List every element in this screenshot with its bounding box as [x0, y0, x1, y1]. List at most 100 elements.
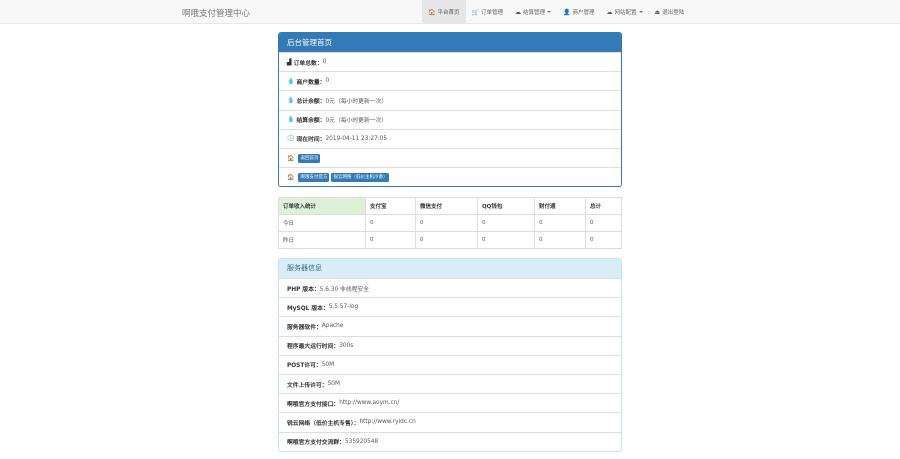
nav-item-label: 订单管理 [480, 10, 503, 16]
info-value: Apache [321, 323, 344, 330]
table-cell: 0 [585, 214, 622, 232]
main-nav: 🏠 平台首页 🛒 订单管理 ☁ 结算管理 👤 商户管理 ☁ 网站配置 ⏏ 退出登… [422, 0, 690, 24]
server-info-row: 啊哦官方支付交流群： 535920548 [279, 431, 621, 451]
nav-item-label: 结算管理 [523, 10, 546, 16]
nav-item-label: 退出登陆 [662, 10, 685, 16]
admin-panel-container: 后台管理首页 ▟ 订单总数： 0 💧 商户数量： 0 💧 总计余额： 0元（每小… [278, 32, 622, 188]
stat-label: 订单总数： [293, 60, 323, 67]
clock-icon: 🕓 [287, 135, 295, 143]
info-value: 50M [321, 361, 335, 368]
info-label: MySQL 版本： [287, 305, 329, 312]
stat-row-merchant-count: 💧 商户数量： 0 [279, 71, 621, 90]
nav-item-label: 商户管理 [572, 10, 595, 16]
server-info-row: POST许可： 50M [279, 354, 621, 374]
server-info-row: MySQL 版本： 5.5.57-log [279, 297, 621, 316]
brand-title[interactable]: 啊哦支付管理中心 [182, 7, 250, 19]
info-value: 50M [327, 381, 340, 388]
column-header: 总计 [585, 197, 622, 215]
cloud-icon: ☁ [515, 8, 521, 16]
nav-item-orders[interactable]: 🛒 订单管理 [466, 0, 510, 24]
nav-item-merchants[interactable]: 👤 商户管理 [557, 0, 601, 24]
table-cell: 0 [415, 214, 478, 232]
table-cell: 0 [365, 214, 416, 232]
return-home-row: 🏠 返回首页 [279, 147, 621, 167]
server-info-title: 服务器信息 [279, 259, 621, 278]
admin-panel: 后台管理首页 ▟ 订单总数： 0 💧 商户数量： 0 💧 总计余额： 0元（每小… [278, 32, 622, 188]
income-stats-table: 订单收入统计 支付宝 微信支付 QQ钱包 财付通 总计 今日 0 0 0 0 0… [278, 197, 622, 249]
table-row: 昨日 0 0 0 0 0 [278, 231, 622, 249]
info-label: 啊哦官方支付接口： [287, 401, 340, 408]
nav-item-settlement[interactable]: ☁ 结算管理 [509, 0, 557, 24]
table-header-row: 订单收入统计 支付宝 微信支付 QQ钱包 财付通 总计 [278, 197, 622, 215]
info-label: POST许可： [287, 363, 322, 370]
table-cell: 今日 [278, 214, 366, 232]
table-cell: 0 [585, 231, 622, 249]
stat-value: 2019-04-11 23:27:05 [325, 135, 388, 142]
tint-icon: 💧 [287, 116, 295, 124]
column-header: QQ钱包 [477, 197, 535, 215]
info-label: 啊哦官方支付交流群： [287, 440, 345, 447]
info-value: 5.5.57-log [328, 304, 359, 311]
table-cell: 0 [477, 214, 535, 232]
server-info-row: 啊哦官方支付接口： http://www.aoym.cn/ [279, 393, 621, 412]
stat-value: 0 [325, 78, 330, 85]
caret-down-icon [547, 11, 552, 13]
stat-value: 0元（每小时更新一次） [325, 118, 388, 125]
stat-row-current-time: 🕓 现在时间： 2019-04-11 23:27:05 [279, 128, 621, 148]
user-icon: 👤 [563, 8, 571, 16]
nav-item-home[interactable]: 🏠 平台首页 [422, 0, 466, 24]
nav-item-label: 平台首页 [437, 10, 460, 16]
home-icon: 🏠 [287, 173, 295, 181]
stat-label: 商户数量： [296, 79, 326, 86]
stat-row-settlement-balance: 💧 结算余额： 0元（每小时更新一次） [279, 109, 621, 129]
stat-value: 0元（每小时更新一次） [325, 98, 388, 105]
nav-item-logout[interactable]: ⏏ 退出登陆 [649, 0, 691, 24]
info-value: http://www.ryidc.cn [359, 419, 416, 426]
logout-icon: ⏏ [654, 8, 661, 16]
cloud-icon: ☁ [606, 8, 613, 16]
stat-label: 总计余额： [296, 98, 326, 105]
server-info-row: PHP 版本： 5.6.30 非线程安全 [279, 278, 621, 297]
stat-label: 结算余额： [296, 118, 326, 125]
nav-item-site-config[interactable]: ☁ 网站配置 [601, 0, 649, 24]
table-cell: 昨日 [278, 231, 366, 249]
server-info-row: 锐云网络（低价主机专售）： http://www.ryidc.cn [279, 412, 621, 431]
table-cell: 0 [477, 231, 535, 249]
stat-value: 0 [322, 59, 327, 66]
info-label: 锐云网络（低价主机专售）： [287, 420, 360, 427]
return-home-button[interactable]: 返回首页 [298, 153, 321, 163]
info-label: 服务器软件： [287, 324, 322, 331]
stat-row-order-count: ▟ 订单总数： 0 [279, 52, 621, 71]
tint-icon: 💧 [287, 77, 295, 85]
home-icon: 🏠 [428, 8, 436, 16]
table-cell: 0 [534, 231, 586, 249]
bar-chart-icon: ▟ [287, 58, 292, 66]
external-links-row: 🏠 啊哦支付官方 锐云网络（低价主机冷香） [279, 167, 621, 186]
caret-down-icon [638, 11, 643, 13]
column-header: 微信支付 [415, 197, 478, 215]
info-label: 文件上传许可： [287, 382, 328, 389]
info-value: 5.6.30 非线程安全 [319, 286, 370, 293]
server-info-row: 服务器软件： Apache [279, 316, 621, 335]
stat-label: 现在时间： [296, 137, 326, 144]
column-header: 订单收入统计 [278, 197, 366, 215]
official-site-button[interactable]: 啊哦支付官方 [298, 172, 330, 182]
nav-item-label: 网站配置 [614, 10, 637, 16]
column-header: 支付宝 [365, 197, 416, 215]
table-cell: 0 [365, 231, 416, 249]
server-info-panel: 服务器信息 PHP 版本： 5.6.30 非线程安全 MySQL 版本： 5.5… [278, 258, 622, 452]
admin-panel-title: 后台管理首页 [279, 33, 621, 52]
top-navbar: 啊哦支付管理中心 🏠 平台首页 🛒 订单管理 ☁ 结算管理 👤 商户管理 ☁ 网… [0, 0, 900, 24]
info-value: 535920548 [344, 438, 379, 445]
ruiyun-hosting-button[interactable]: 锐云网络（低价主机冷香） [331, 172, 390, 182]
info-label: PHP 版本： [287, 286, 320, 293]
home-icon: 🏠 [287, 154, 295, 162]
stat-row-total-balance: 💧 总计余额： 0元（每小时更新一次） [279, 90, 621, 109]
cart-icon: 🛒 [471, 8, 479, 16]
info-label: 程序最大运行时间： [287, 344, 340, 351]
table-cell: 0 [415, 231, 478, 249]
column-header: 财付通 [534, 197, 586, 215]
server-info-row: 程序最大运行时间： 300s [279, 335, 621, 355]
server-info-row: 文件上传许可： 50M [279, 373, 621, 393]
info-value: http://www.aoym.cn/ [339, 400, 400, 407]
